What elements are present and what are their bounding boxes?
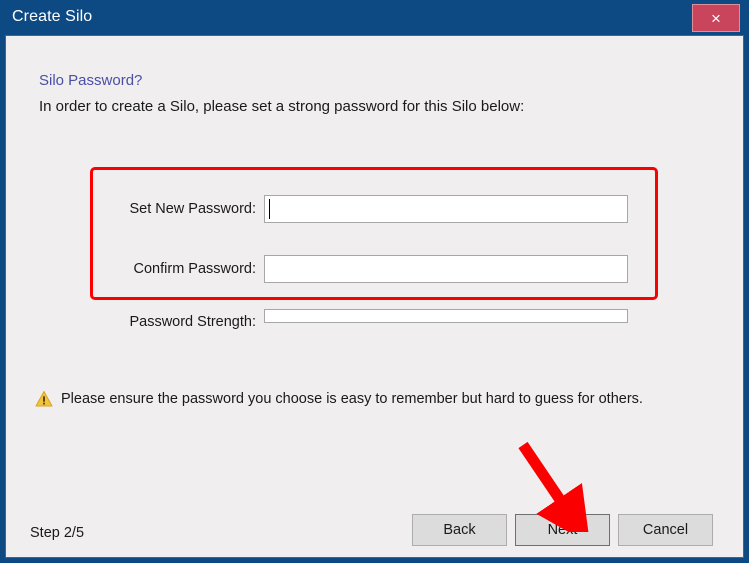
confirm-password-label: Confirm Password: (133, 261, 256, 277)
dialog-body: Silo Password? In order to create a Silo… (5, 35, 744, 558)
close-button[interactable]: × (692, 4, 740, 32)
warning-text: Please ensure the password you choose is… (61, 391, 643, 407)
new-password-label: Set New Password: (129, 201, 256, 217)
step-indicator: Step 2/5 (30, 525, 85, 541)
cancel-button[interactable]: Cancel (618, 514, 713, 546)
create-silo-dialog: Create Silo × Silo Password? In order to… (0, 0, 749, 563)
close-icon: × (711, 8, 721, 28)
warning-message: Please ensure the password you choose is… (35, 390, 643, 408)
next-button[interactable]: Next (515, 514, 610, 546)
confirm-password-input[interactable] (264, 255, 628, 283)
title-bar: Create Silo × (0, 0, 749, 35)
page-heading: Silo Password? (39, 72, 143, 89)
new-password-input[interactable] (264, 195, 628, 223)
password-strength-label: Password Strength: (129, 314, 256, 330)
warning-triangle-icon (35, 391, 53, 407)
password-strength-meter (264, 309, 628, 323)
page-subheading: In order to create a Silo, please set a … (39, 98, 525, 115)
text-caret (269, 199, 270, 219)
window-title: Create Silo (12, 8, 93, 25)
back-button[interactable]: Back (412, 514, 507, 546)
